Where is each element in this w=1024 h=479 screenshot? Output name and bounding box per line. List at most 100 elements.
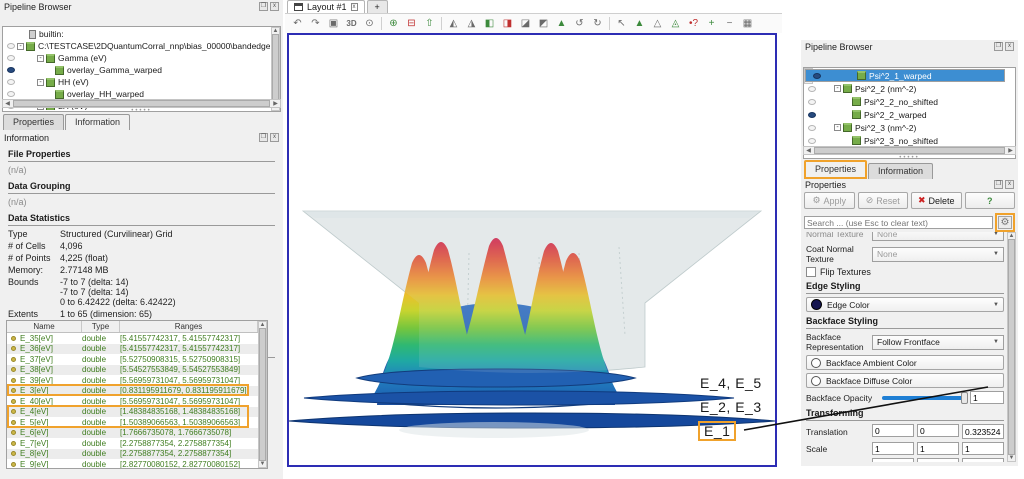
table-row[interactable]: E_9[eV]double[2.82770080152, 2.827700801… (7, 459, 258, 468)
help-button[interactable]: ? (965, 192, 1016, 209)
reset-button[interactable]: ⊘Reset (858, 192, 909, 209)
table-row-e4[interactable]: E_4[eV]double[1.48384835168, 1.483848351… (7, 407, 258, 418)
table-row[interactable]: E_39[eV]double[5.56959731047, 5.56959731… (7, 375, 258, 386)
rotate-ccw-icon[interactable]: ↺ (571, 16, 588, 32)
col-type[interactable]: Type (82, 321, 120, 332)
pipeline-item-psi23[interactable]: - Psi^2_3 (nm^-2) (805, 121, 1005, 134)
pipeline-item-psi22[interactable]: - Psi^2_2 (nm^-2) (805, 82, 1005, 95)
reset-camera-icon[interactable]: ⇧ (421, 16, 438, 32)
table-vertical-scrollbar[interactable]: ▲▼ (258, 321, 267, 468)
table-header[interactable]: Name Type Ranges (7, 321, 258, 333)
properties-vertical-scrollbar[interactable]: ▲▼ (1007, 232, 1016, 462)
orientation-y-input[interactable] (917, 458, 959, 462)
close-panel-icon[interactable]: x (1005, 42, 1014, 51)
collapse-expander-icon[interactable]: - (17, 43, 24, 50)
visibility-eye-icon[interactable] (7, 91, 15, 97)
visibility-eye-icon[interactable] (7, 67, 15, 73)
scale-y-input[interactable] (917, 442, 959, 455)
visibility-eye-icon[interactable] (808, 99, 816, 105)
gear-icon[interactable]: ⚙ (998, 216, 1012, 229)
collapse-expander-icon[interactable]: - (37, 55, 44, 62)
pipeline-item-psi21-warped[interactable]: Psi^2_1_warped (805, 69, 1005, 82)
translation-z-input[interactable] (962, 424, 1004, 439)
float-panel-icon[interactable]: ❐ (994, 180, 1003, 189)
new-layout-tab-button[interactable]: + (367, 0, 388, 13)
backface-diffuse-color-button[interactable]: Backface Diffuse Color (806, 373, 1004, 388)
visibility-eye-icon[interactable] (7, 79, 15, 85)
translation-x-input[interactable] (872, 424, 914, 437)
scale-z-input[interactable] (962, 442, 1004, 455)
tree-horizontal-scrollbar[interactable]: ◀▶ (2, 99, 281, 108)
close-panel-icon[interactable]: x (1005, 180, 1014, 189)
pipeline-item-overlay-gamma[interactable]: overlay_Gamma_warped (4, 64, 270, 76)
orientation-x-input[interactable] (872, 458, 914, 462)
normal-texture-select[interactable]: None▼ (872, 232, 1004, 241)
table-row[interactable]: E_6[eV]double[1.7666735078, 1.7666735078… (7, 428, 258, 439)
translation-y-input[interactable] (917, 424, 959, 437)
orientation-z-input[interactable] (962, 458, 1004, 462)
collapse-expander-icon[interactable]: - (834, 85, 841, 92)
backface-ambient-color-button[interactable]: Backface Ambient Color (806, 355, 1004, 370)
view-minus-x-icon[interactable]: ◮ (463, 16, 480, 32)
render-viewport[interactable]: E_4, E_5 E_2, E_3 E_1 (287, 33, 777, 467)
query-points-icon[interactable]: •? (685, 16, 702, 32)
pipeline-item-hh[interactable]: - HH (eV) (4, 76, 270, 88)
coat-normal-texture-select[interactable]: None▼ (872, 247, 1004, 262)
pipeline-item-bandedges[interactable]: - C:\TESTCASE\2DQuantumCorral_nnp\bias_0… (4, 40, 270, 52)
table-row[interactable]: E_8[eV]double[2.2758877354, 2.2758877354… (7, 449, 258, 460)
table-row[interactable]: E_7[eV]double[2.2758877354, 2.2758877354… (7, 438, 258, 449)
table-row-e5[interactable]: E_5[eV]double[1.50389066563, 1.503890665… (7, 417, 258, 428)
undo-camera-icon[interactable]: ↶ (289, 16, 306, 32)
visibility-eye-icon[interactable] (813, 73, 821, 79)
zoom-out-icon[interactable]: ⊟ (403, 16, 420, 32)
view-minus-z-icon[interactable]: ◩ (535, 16, 552, 32)
pipeline-item-psi22-warped[interactable]: Psi^2_2_warped (805, 108, 1005, 121)
slider-handle[interactable] (961, 392, 968, 404)
visibility-eye-icon[interactable] (808, 86, 816, 92)
table-row[interactable]: E_38[eV]double[5.54527553849, 5.54527553… (7, 365, 258, 376)
visibility-eye-icon[interactable] (808, 112, 816, 118)
flip-textures-checkbox[interactable] (806, 267, 816, 277)
close-tab-icon[interactable]: x (351, 3, 358, 11)
toggle-3d-icon[interactable]: 3D (343, 16, 360, 32)
table-row-e3[interactable]: E_3[eV]double[0.831195911679, 0.83119591… (7, 386, 258, 397)
capture-screenshot-icon[interactable]: ▣ (325, 16, 342, 32)
view-plus-z-icon[interactable]: ◪ (517, 16, 534, 32)
pipeline-item-psi22-no-shifted[interactable]: Psi^2_2_no_shifted (805, 95, 1005, 108)
select-cells-icon[interactable]: ▲ (631, 16, 648, 32)
query-cells-icon[interactable]: ◬ (667, 16, 684, 32)
col-name[interactable]: Name (7, 321, 82, 332)
view-plus-y-icon[interactable]: ◧ (481, 16, 498, 32)
rotate-cw-icon[interactable]: ↻ (589, 16, 606, 32)
view-minus-y-icon[interactable]: ◨ (499, 16, 516, 32)
visibility-eye-icon[interactable] (808, 138, 816, 144)
tab-properties[interactable]: Properties (804, 160, 867, 179)
delete-button[interactable]: ✖Delete (911, 192, 962, 209)
visibility-eye-icon[interactable] (7, 43, 15, 49)
zoom-in-icon[interactable]: ⊕ (385, 16, 402, 32)
delete-icon[interactable]: ▦ (739, 16, 756, 32)
collapse-expander-icon[interactable]: - (37, 79, 44, 86)
pick-icon[interactable]: ↖ (613, 16, 630, 32)
backface-opacity-slider[interactable] (882, 396, 966, 400)
table-row[interactable]: E_36[eV]double[5.41557742317, 5.41557742… (7, 344, 258, 355)
add-icon[interactable]: + (703, 16, 720, 32)
float-panel-icon[interactable]: ❐ (259, 2, 268, 11)
tab-properties[interactable]: Properties (3, 114, 64, 130)
backface-opacity-input[interactable] (970, 391, 1004, 404)
pipeline-item-gamma[interactable]: - Gamma (eV) (4, 52, 270, 64)
col-ranges[interactable]: Ranges (120, 321, 258, 332)
select-points-icon[interactable]: △ (649, 16, 666, 32)
visibility-eye-icon[interactable] (808, 125, 816, 131)
edge-color-button[interactable]: Edge Color ▼ (806, 297, 1004, 312)
close-panel-icon[interactable]: x (270, 2, 279, 11)
backface-representation-select[interactable]: Follow Frontface▼ (872, 335, 1004, 350)
pipeline-item-builtin[interactable]: builtin: (4, 28, 270, 40)
view-plus-x-icon[interactable]: ◭ (445, 16, 462, 32)
collapse-expander-icon[interactable]: - (834, 124, 841, 131)
float-panel-icon[interactable]: ❐ (994, 42, 1003, 51)
view-isometric-icon[interactable]: ▲ (553, 16, 570, 32)
table-row[interactable]: E_37[eV]double[5.52750908315, 5.52750908… (7, 354, 258, 365)
scale-x-input[interactable] (872, 442, 914, 455)
tab-information[interactable]: Information (868, 163, 933, 179)
